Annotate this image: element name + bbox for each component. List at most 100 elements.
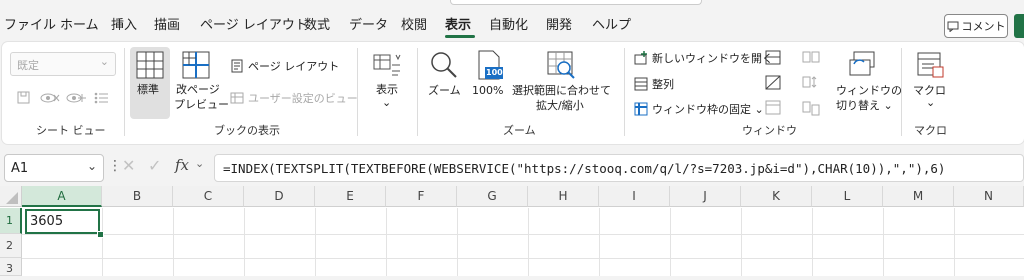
macro-icon [917,52,944,78]
page-break-icon [182,51,210,79]
name-box[interactable]: A1 ⌄ [4,154,104,182]
grid-line [173,208,174,276]
column-header-n[interactable]: N [954,186,1024,207]
column-header-d[interactable]: D [244,186,315,207]
group-separator [357,48,358,136]
tab-review[interactable]: 校閲 [401,14,427,33]
row-header-3[interactable]: 3 [0,258,22,276]
page-break-label-1: 改ページ [176,83,220,96]
chevron-down-icon[interactable]: ⌄ [87,159,97,173]
side-by-side-icon[interactable] [802,50,820,66]
grid-line [670,208,671,276]
column-header-g[interactable]: G [457,186,528,207]
active-tab-indicator [445,35,475,38]
tab-file[interactable]: ファイル [4,14,56,33]
show-button[interactable]: 表示 ⌄ [366,47,406,119]
normal-view-button[interactable]: 標準 [130,47,170,119]
group-separator [417,48,418,136]
more-options-icon[interactable]: ⋮ [108,158,122,174]
hide-window-icon[interactable] [765,75,781,91]
page-break-preview-button[interactable]: 改ページ プレビュー [172,47,229,119]
select-all-corner[interactable] [0,186,22,207]
group-separator [624,48,625,136]
macro-group-label: マクロ [914,124,947,137]
sheet-view-dropdown[interactable]: 既定 ⌄ [10,52,116,76]
tab-home[interactable]: ホーム [60,14,99,33]
name-box-value: A1 [11,160,29,176]
tab-page-layout[interactable]: ページ レイアウト [200,14,308,33]
switch-windows-button[interactable]: ウィンドウの 切り替え ⌄ [834,47,902,119]
split-icon[interactable] [765,50,781,66]
new-window-icon [634,51,647,65]
comment-button-label: コメント [961,20,1006,33]
freeze-panes-button[interactable]: ウィンドウ枠の固定 ⌄ [634,101,764,117]
grid-line [883,208,884,276]
formula-input[interactable]: =INDEX(TEXTSPLIT(TEXTBEFORE(WEBSERVICE("… [214,154,1024,182]
grid-line [599,208,600,276]
show-icon [373,54,401,76]
tab-help[interactable]: ヘルプ [592,14,631,33]
search-box[interactable] [450,0,702,5]
row-header-1[interactable]: 1 [0,208,22,234]
grid-line [954,208,955,276]
column-header-j[interactable]: J [670,186,741,207]
column-header-l[interactable]: L [812,186,883,207]
arrange-button[interactable]: 整列 [634,76,674,92]
column-header-b[interactable]: B [102,186,173,207]
keep-view-icon [17,91,30,104]
fill-handle[interactable] [97,231,104,238]
freeze-panes-label: ウィンドウ枠の固定 ⌄ [652,103,764,116]
custom-view-icon [230,92,244,104]
tab-developer[interactable]: 開発 [546,14,572,33]
tab-view[interactable]: 表示 [445,14,471,33]
column-header-m[interactable]: M [883,186,954,207]
new-view-icon [66,93,86,103]
chevron-down-icon[interactable]: ⌄ [195,157,204,170]
sync-scroll-icon[interactable] [802,75,820,91]
window-group-label: ウィンドウ [742,124,797,137]
row-header-2[interactable]: 2 [0,234,22,258]
page-break-label-2: プレビュー [174,98,229,111]
tab-draw[interactable]: 描画 [154,14,180,33]
tab-data[interactable]: データ [349,14,388,33]
column-header-a[interactable]: A [22,186,102,207]
zoom-button[interactable]: ズーム [424,47,464,119]
page-layout-icon [231,59,243,73]
column-header-c[interactable]: C [173,186,244,207]
cell-a1[interactable]: 3605 [25,209,100,234]
column-header-h[interactable]: H [528,186,599,207]
zoom-selection-icon [547,51,575,79]
chevron-down-icon: ⌄ [382,96,392,109]
grid-line [457,208,458,276]
zoom-100-label: 100% [472,84,504,97]
share-button[interactable] [1014,14,1024,38]
formula-text: =INDEX(TEXTSPLIT(TEXTBEFORE(WEBSERVICE("… [223,160,946,176]
cancel-icon[interactable]: ✕ [122,156,135,175]
column-header-f[interactable]: F [386,186,457,207]
tab-automate[interactable]: 自動化 [489,14,528,33]
comment-button[interactable]: コメント [944,14,1008,38]
macro-button[interactable]: マクロ ⌄ [908,47,952,119]
page-layout-button[interactable]: ページ レイアウト [230,58,339,74]
tab-insert[interactable]: 挿入 [111,14,137,33]
chevron-down-icon: ⌄ [99,55,109,68]
column-header-e[interactable]: E [315,186,386,207]
page-layout-label: ページ レイアウト [248,60,340,73]
insert-function-icon[interactable]: fx [175,156,189,174]
column-header-i[interactable]: I [599,186,670,207]
select-all-icon [6,192,18,204]
enter-check-icon[interactable]: ✓ [148,156,161,175]
zoom-100-button[interactable]: 100 100% [470,47,510,119]
magnifier-icon [431,52,457,78]
reset-position-icon[interactable] [802,100,820,116]
comment-icon [947,21,958,32]
switch-windows-icon [849,51,875,76]
zoom-to-selection-button[interactable]: 選択範囲に合わせて 拡大/縮小 [512,47,611,119]
custom-view-button[interactable]: ユーザー設定のビュー [230,90,358,106]
normal-view-label: 標準 [137,83,159,96]
unhide-window-icon[interactable] [765,100,781,116]
column-header-k[interactable]: K [741,186,812,207]
switch-windows-label-2: 切り替え ⌄ [836,99,893,112]
new-window-button[interactable]: 新しいウィンドウを開く [634,50,773,66]
tab-formulas[interactable]: 数式 [304,14,330,33]
